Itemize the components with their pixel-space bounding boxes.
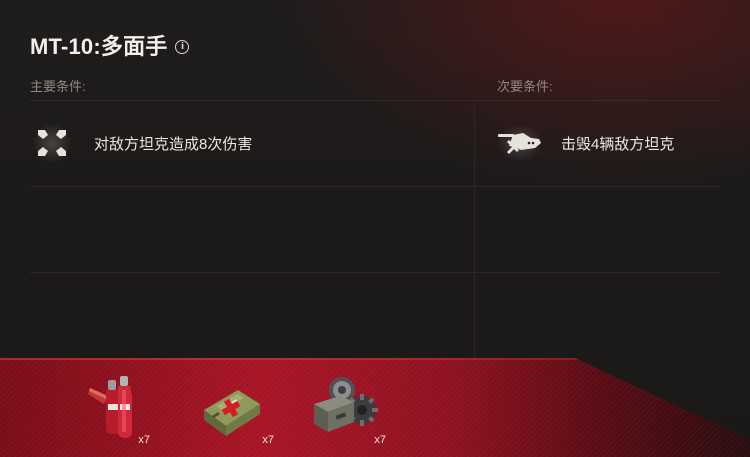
secondary-condition-text: 击毁4辆敌方坦克 — [561, 135, 675, 153]
crosshair-damage-icon — [30, 121, 74, 165]
info-icon[interactable]: i — [175, 39, 190, 54]
primary-condition-text: 对敌方坦克造成8次伤害 — [94, 135, 253, 153]
reward-slot[interactable]: x7 — [198, 370, 278, 450]
divider — [30, 186, 720, 187]
reward-slot[interactable]: x7 — [86, 370, 166, 450]
divider — [30, 100, 720, 101]
mission-title-row: MT-10:多面手 i — [30, 30, 190, 60]
reward-count: x7 — [138, 434, 150, 446]
column-divider — [474, 100, 475, 358]
secondary-conditions-label: 次要条件: — [497, 79, 553, 94]
mission-panel: MT-10:多面手 i 主要条件: 次要条件: 对敌方坦克造成8次伤害 击毁4辆… — [0, 0, 750, 457]
primary-condition-item: 对敌方坦克造成8次伤害 — [30, 121, 252, 165]
reward-count: x7 — [262, 434, 274, 446]
mission-title: MT-10:多面手 — [30, 34, 168, 59]
reward-slot[interactable]: x7 — [310, 370, 390, 450]
reward-count: x7 — [374, 434, 386, 446]
divider — [30, 272, 720, 273]
secondary-condition-item: 击毁4辆敌方坦克 — [495, 121, 674, 165]
tank-destroyed-icon — [495, 121, 545, 165]
primary-conditions-label: 主要条件: — [30, 79, 86, 94]
fire-extinguisher-icon — [88, 376, 132, 438]
